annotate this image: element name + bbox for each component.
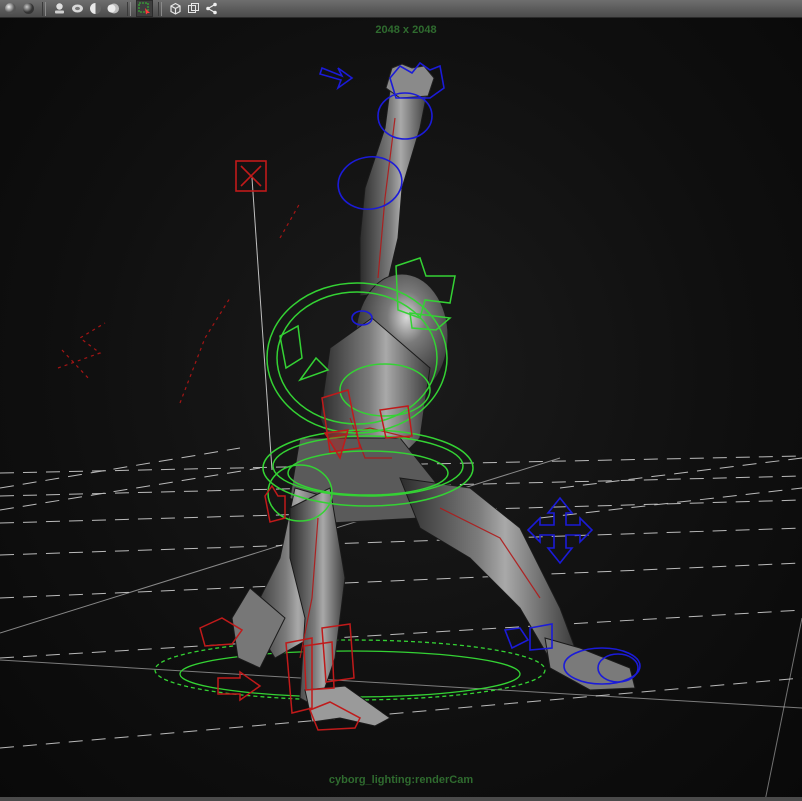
viewport-toolbar	[0, 0, 802, 18]
share-icon	[206, 2, 217, 15]
toolbar-separator	[42, 1, 46, 16]
smooth-shade-icon	[5, 3, 16, 14]
share-button[interactable]	[204, 1, 219, 16]
3d-viewport[interactable]: 2048 x 2048 cyborg_lighting:renderCam	[0, 18, 802, 801]
viewport-scene	[0, 61, 802, 801]
flat-shade-icon	[23, 3, 34, 14]
wireframe-on-shaded-button[interactable]	[186, 1, 201, 16]
ik-debris-marks	[57, 202, 301, 404]
lights-button[interactable]	[52, 1, 67, 16]
shadows-icon	[90, 3, 101, 14]
ik-elbow-control[interactable]	[235, 160, 267, 192]
isolate-select-button[interactable]	[168, 1, 183, 16]
resolution-gate-label: 2048 x 2048	[375, 24, 437, 36]
textured-button[interactable]	[70, 1, 85, 16]
pole-vector-line	[251, 177, 273, 471]
textured-icon	[72, 4, 83, 13]
select-camera-button[interactable]	[136, 0, 153, 17]
camera-name-label: cyborg_lighting:renderCam	[328, 774, 474, 786]
select-camera-icon	[138, 2, 150, 15]
lights-icon	[55, 3, 64, 14]
toolbar-separator	[127, 1, 131, 16]
viewport-bottom-border	[0, 797, 802, 801]
cyborg-mesh[interactable]	[231, 63, 636, 727]
ambient-occlusion-icon	[107, 3, 119, 14]
flat-shade-button[interactable]	[21, 1, 36, 16]
toolbar-separator	[158, 1, 162, 16]
ambient-occlusion-button[interactable]	[106, 1, 121, 16]
isolate-select-icon	[170, 2, 181, 15]
smooth-shade-button[interactable]	[3, 1, 18, 16]
shadows-button[interactable]	[88, 1, 103, 16]
wireframe-on-shaded-icon	[188, 3, 199, 13]
